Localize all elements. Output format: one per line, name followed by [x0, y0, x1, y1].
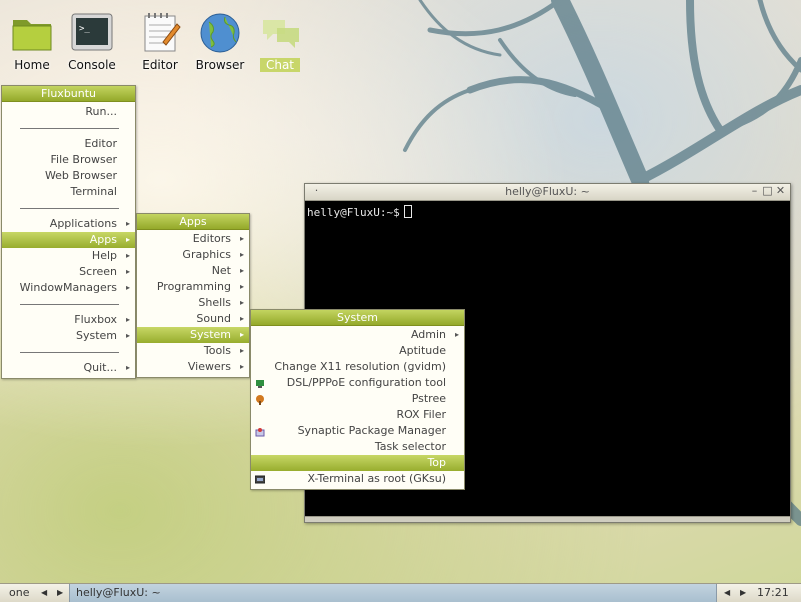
system-submenu: System Admin Aptitude Change X11 resolut… [250, 309, 465, 490]
clock: 17:21 [757, 586, 789, 599]
system-submenu-title: System [251, 310, 464, 326]
terminal-cursor [403, 205, 412, 218]
chat-bubbles-icon [257, 12, 303, 54]
notepad-icon [137, 12, 183, 54]
menu-item-graphics[interactable]: Graphics [137, 247, 249, 263]
menu-item-label: Pstree [411, 392, 446, 405]
root-terminal-icon [254, 474, 266, 484]
menu-item-run[interactable]: Run... [2, 104, 135, 120]
menu-item-programming[interactable]: Programming [137, 279, 249, 295]
menu-item-top[interactable]: Top [251, 455, 464, 471]
close-icon[interactable]: ✕ [775, 185, 786, 196]
terminal-resize-bar[interactable] [305, 516, 790, 522]
desktop-icon-home[interactable]: Home [1, 12, 63, 72]
menu-item-shells[interactable]: Shells [137, 295, 249, 311]
desktop-icon-label: Home [14, 58, 50, 72]
maximize-icon[interactable]: □ [762, 185, 773, 196]
task-next-icon[interactable]: ▶ [740, 584, 746, 602]
svg-text:>_: >_ [79, 24, 90, 34]
menu-item-admin[interactable]: Admin [251, 327, 464, 343]
menu-item-synaptic[interactable]: Synaptic Package Manager [251, 423, 464, 439]
menu-item-label: DSL/PPPoE configuration tool [286, 376, 446, 389]
terminal-screen[interactable]: helly@FluxU:~$ [305, 201, 790, 223]
workspace-next-icon[interactable]: ▶ [57, 584, 63, 602]
menu-separator [2, 120, 135, 136]
menu-item-screen[interactable]: Screen [2, 264, 135, 280]
menu-item-apps[interactable]: Apps [2, 232, 135, 248]
menu-item-system[interactable]: System [137, 327, 249, 343]
menu-item-task-selector[interactable]: Task selector [251, 439, 464, 455]
menu-item-gvidm[interactable]: Change X11 resolution (gvidm) [251, 359, 464, 375]
root-menu-title: Fluxbuntu [2, 86, 135, 102]
menu-item-pstree[interactable]: Pstree [251, 391, 464, 407]
menu-item-label: X-Terminal as root (GKsu) [307, 472, 446, 485]
menu-item-editors[interactable]: Editors [137, 231, 249, 247]
apps-submenu-title: Apps [137, 214, 249, 230]
taskbar: one ◀ ▶ helly@FluxU: ~ ◀ ▶ 17:21 [0, 583, 801, 602]
menu-item-file-browser[interactable]: File Browser [2, 152, 135, 168]
terminal-title: helly@FluxU: ~ [505, 185, 590, 198]
terminal-titlebar[interactable]: · helly@FluxU: ~ – □ ✕ [305, 184, 790, 201]
menu-item-viewers[interactable]: Viewers [137, 359, 249, 375]
terminal-icon: >_ [69, 12, 115, 54]
task-button[interactable]: helly@FluxU: ~ [69, 584, 717, 602]
menu-item-fluxbox[interactable]: Fluxbox [2, 312, 135, 328]
desktop-icon-editor[interactable]: Editor [129, 12, 191, 72]
apps-submenu: Apps Editors Graphics Net Programming Sh… [136, 213, 250, 378]
menu-separator [2, 344, 135, 360]
package-icon [255, 426, 265, 437]
menu-separator [2, 296, 135, 312]
workspace-name[interactable]: one [9, 584, 29, 602]
desktop-icon-label: Console [68, 58, 116, 72]
desktop-icon-chat[interactable]: Chat [249, 12, 311, 72]
minimize-icon[interactable]: – [749, 185, 760, 196]
menu-item-web-browser[interactable]: Web Browser [2, 168, 135, 184]
menu-item-editor[interactable]: Editor [2, 136, 135, 152]
folder-icon [9, 12, 55, 54]
menu-item-windowmanagers[interactable]: WindowManagers [2, 280, 135, 296]
menu-item-xterm-root[interactable]: X-Terminal as root (GKsu) [251, 471, 464, 487]
workspace-prev-icon[interactable]: ◀ [41, 584, 47, 602]
desktop-icon-label: Editor [142, 58, 178, 72]
menu-item-system[interactable]: System [2, 328, 135, 344]
desktop-icon-browser[interactable]: Browser [189, 12, 251, 72]
network-config-icon [255, 378, 265, 388]
menu-item-aptitude[interactable]: Aptitude [251, 343, 464, 359]
menu-item-tools[interactable]: Tools [137, 343, 249, 359]
globe-icon [197, 12, 243, 54]
task-prev-icon[interactable]: ◀ [724, 584, 730, 602]
menu-item-net[interactable]: Net [137, 263, 249, 279]
desktop-icon-label: Browser [195, 58, 245, 72]
menu-separator [2, 200, 135, 216]
terminal-prompt: helly@FluxU:~$ [307, 206, 400, 219]
root-menu: Fluxbuntu Run... Editor File Browser Web… [1, 85, 136, 379]
task-button-label: helly@FluxU: ~ [76, 586, 161, 599]
menu-item-rox-filer[interactable]: ROX Filer [251, 407, 464, 423]
menu-item-applications[interactable]: Applications [2, 216, 135, 232]
tree-icon [255, 394, 265, 405]
menu-item-quit[interactable]: Quit... [2, 360, 135, 376]
menu-item-help[interactable]: Help [2, 248, 135, 264]
desktop-icon-console[interactable]: >_ Console [61, 12, 123, 72]
window-menu-icon[interactable]: · [311, 185, 322, 196]
menu-item-pppoe[interactable]: DSL/PPPoE configuration tool [251, 375, 464, 391]
menu-item-terminal[interactable]: Terminal [2, 184, 135, 200]
desktop-icon-label: Chat [259, 58, 301, 72]
menu-item-label: Synaptic Package Manager [297, 424, 446, 437]
menu-item-sound[interactable]: Sound [137, 311, 249, 327]
